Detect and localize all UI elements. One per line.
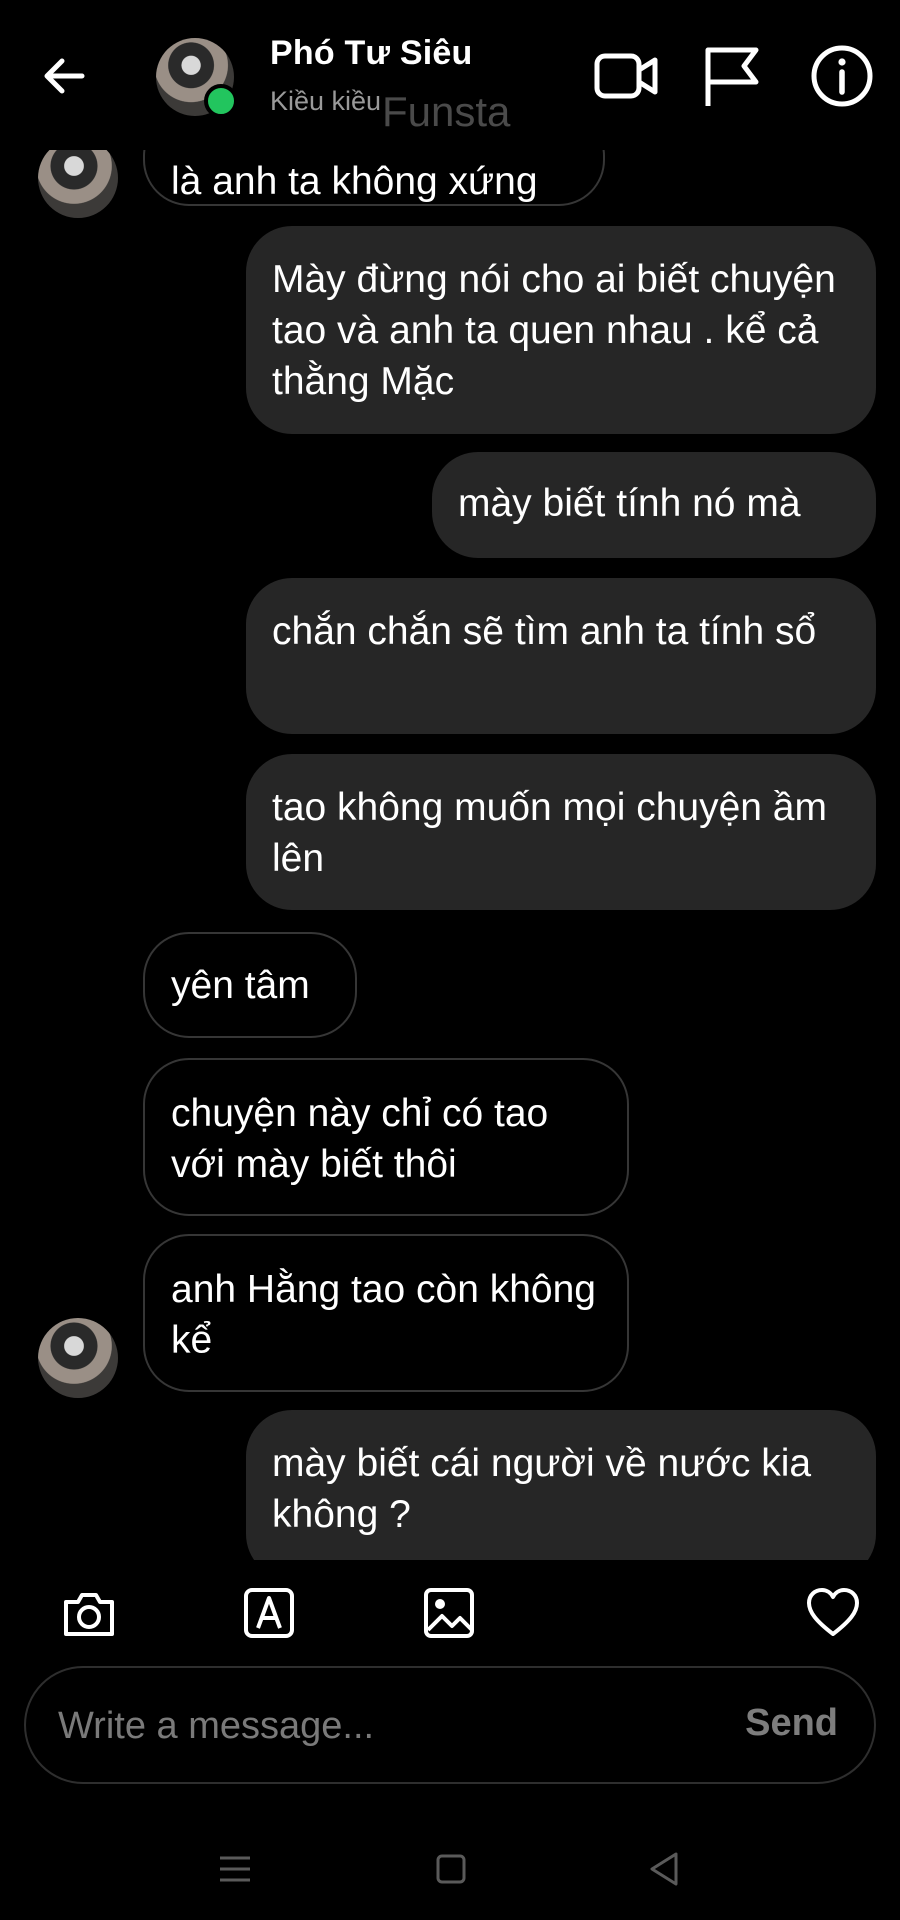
- message-bubble-received[interactable]: yên tâm: [143, 932, 357, 1038]
- online-status-dot: [204, 84, 238, 118]
- flag-icon[interactable]: [698, 42, 766, 110]
- message-bubble-sent[interactable]: mày biết cái người về nước kia không ?: [246, 1410, 876, 1560]
- contact-status: Kiều kiều: [270, 86, 382, 116]
- message-bubble-sent[interactable]: chắn chắn sẽ tìm anh ta tính sổ: [246, 578, 876, 734]
- message-bubble-received[interactable]: là anh ta không xứng: [143, 150, 605, 206]
- message-bubble-sent[interactable]: tao không muốn mọi chuyện ầm lên: [246, 754, 876, 910]
- gallery-icon[interactable]: [420, 1584, 478, 1642]
- menu-nav-icon[interactable]: [212, 1846, 258, 1892]
- message-input[interactable]: [56, 1692, 700, 1760]
- send-button[interactable]: Send: [745, 1702, 838, 1745]
- message-composer: Send: [24, 1666, 876, 1784]
- camera-icon[interactable]: [60, 1584, 118, 1642]
- message-bubble-received[interactable]: anh Hằng tao còn không kể: [143, 1234, 629, 1392]
- text-style-icon[interactable]: [240, 1584, 298, 1642]
- contact-name[interactable]: Phó Tư Siêu: [270, 34, 473, 73]
- message-bubble-sent[interactable]: mày biết tính nó mà: [432, 452, 876, 558]
- home-nav-icon[interactable]: [428, 1846, 474, 1892]
- heart-icon[interactable]: [804, 1584, 862, 1642]
- info-icon[interactable]: [808, 42, 876, 110]
- message-list[interactable]: là anh ta không xứng Mày đừng nói cho ai…: [0, 150, 900, 1560]
- avatar: [38, 150, 118, 218]
- back-nav-icon[interactable]: [642, 1846, 688, 1892]
- message-bubble-received[interactable]: chuyện này chỉ có tao với mày biết thôi: [143, 1058, 629, 1216]
- watermark: Funsta: [382, 88, 511, 135]
- chat-header: Phó Tư Siêu Kiều kiều Funsta: [0, 0, 900, 150]
- video-call-icon[interactable]: [592, 42, 660, 110]
- message-bubble-sent[interactable]: Mày đừng nói cho ai biết chuyện tao và a…: [246, 226, 876, 434]
- avatar: [38, 1318, 118, 1398]
- back-arrow-icon[interactable]: [36, 48, 92, 104]
